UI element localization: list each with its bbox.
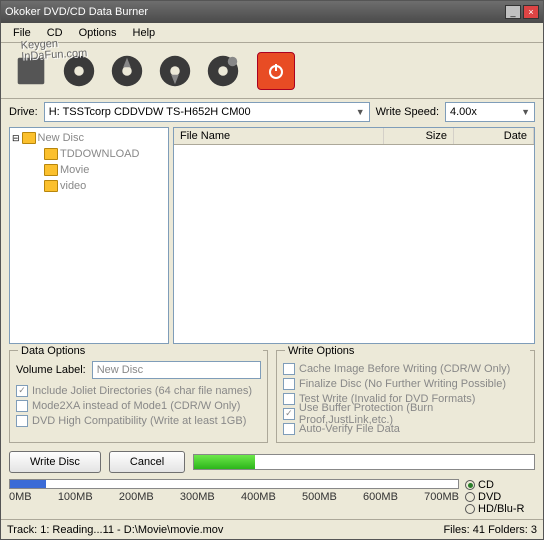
file-list[interactable]: File Name Size Date xyxy=(173,127,535,344)
main-area: ⊟ New Disc TDDOWNLOAD Movie video xyxy=(1,125,543,346)
write-disc-button[interactable]: Write Disc xyxy=(9,451,101,473)
statusbar: Track: 1: Reading...11 - D:\Movie\movie.… xyxy=(1,519,543,539)
folder-tree[interactable]: ⊟ New Disc TDDOWNLOAD Movie video xyxy=(9,127,169,344)
toolbar-disc-icon-3[interactable] xyxy=(153,49,197,93)
radio-hd[interactable]: HD/Blu-R xyxy=(465,503,535,515)
menubar: File CD Options Help xyxy=(1,23,543,43)
col-filename[interactable]: File Name xyxy=(174,128,384,144)
collapse-icon[interactable]: ⊟ xyxy=(12,133,20,144)
power-button[interactable] xyxy=(257,52,295,90)
drive-select[interactable]: H: TSSTcorp CDDVDW TS-H652H CM00 ▼ xyxy=(44,102,370,122)
write-options-group: Write Options Cache Image Before Writing… xyxy=(276,350,535,443)
tree-item[interactable]: TDDOWNLOAD xyxy=(12,146,166,162)
chevron-down-icon: ▼ xyxy=(521,107,530,117)
write-speed-label: Write Speed: xyxy=(376,106,439,118)
drive-row: Drive: H: TSSTcorp CDDVDW TS-H652H CM00 … xyxy=(1,99,543,125)
disc-type-radios: CD DVD HD/Blu-R xyxy=(465,479,535,515)
status-left: Track: 1: Reading...11 - D:\Movie\movie.… xyxy=(7,524,223,536)
menu-cd[interactable]: CD xyxy=(39,25,71,41)
close-button[interactable]: × xyxy=(523,5,539,19)
menu-options[interactable]: Options xyxy=(71,25,125,41)
status-right: Files: 41 Folders: 3 xyxy=(443,524,537,536)
joliet-checkbox[interactable]: ✓Include Joliet Directories (64 char fil… xyxy=(16,383,261,398)
capacity-row: 0MB 100MB 200MB 300MB 400MB 500MB 600MB … xyxy=(1,477,543,519)
toolbar-disc-icon-1[interactable] xyxy=(57,49,101,93)
folder-icon xyxy=(44,180,58,192)
write-speed-select[interactable]: 4.00x ▼ xyxy=(445,102,535,122)
capacity-bar xyxy=(9,479,459,489)
chevron-down-icon: ▼ xyxy=(356,107,365,117)
finalize-checkbox[interactable]: Finalize Disc (No Further Writing Possib… xyxy=(283,376,528,391)
menu-help[interactable]: Help xyxy=(125,25,164,41)
col-size[interactable]: Size xyxy=(384,128,454,144)
radio-dvd[interactable]: DVD xyxy=(465,491,535,503)
volume-label-label: Volume Label: xyxy=(16,364,86,376)
folder-icon xyxy=(22,132,36,144)
progress-bar xyxy=(193,454,535,470)
folder-icon xyxy=(44,164,58,176)
cancel-button[interactable]: Cancel xyxy=(109,451,185,473)
mode2-checkbox[interactable]: Mode2XA instead of Mode1 (CDR/W Only) xyxy=(16,398,261,413)
dvdhc-checkbox[interactable]: DVD High Compatibility (Write at least 1… xyxy=(16,413,261,428)
data-options-group: Data Options Volume Label: New Disc ✓Inc… xyxy=(9,350,268,443)
drive-label: Drive: xyxy=(9,106,38,118)
menu-file[interactable]: File xyxy=(5,25,39,41)
col-date[interactable]: Date xyxy=(454,128,534,144)
window-title: Okoker DVD/CD Data Burner xyxy=(5,6,505,18)
minimize-button[interactable]: _ xyxy=(505,5,521,19)
buffer-checkbox[interactable]: ✓Use Buffer Protection (Burn Proof,JustL… xyxy=(283,406,528,421)
toolbar-new-icon[interactable] xyxy=(9,49,53,93)
tree-item[interactable]: Movie xyxy=(12,162,166,178)
app-window: Okoker DVD/CD Data Burner _ × File CD Op… xyxy=(0,0,544,540)
tree-root[interactable]: ⊟ New Disc xyxy=(12,130,166,146)
tree-item[interactable]: video xyxy=(12,178,166,194)
action-row: Write Disc Cancel xyxy=(1,447,543,477)
folder-icon xyxy=(44,148,58,160)
volume-label-input[interactable]: New Disc xyxy=(92,361,261,379)
toolbar: Keygen InDaFun.com xyxy=(1,43,543,99)
radio-cd[interactable]: CD xyxy=(465,479,535,491)
titlebar: Okoker DVD/CD Data Burner _ × xyxy=(1,1,543,23)
file-list-header: File Name Size Date xyxy=(174,128,534,145)
toolbar-disc-icon-2[interactable] xyxy=(105,49,149,93)
toolbar-disc-icon-4[interactable] xyxy=(201,49,245,93)
options-row: Data Options Volume Label: New Disc ✓Inc… xyxy=(1,346,543,447)
cache-checkbox[interactable]: Cache Image Before Writing (CDR/W Only) xyxy=(283,361,528,376)
